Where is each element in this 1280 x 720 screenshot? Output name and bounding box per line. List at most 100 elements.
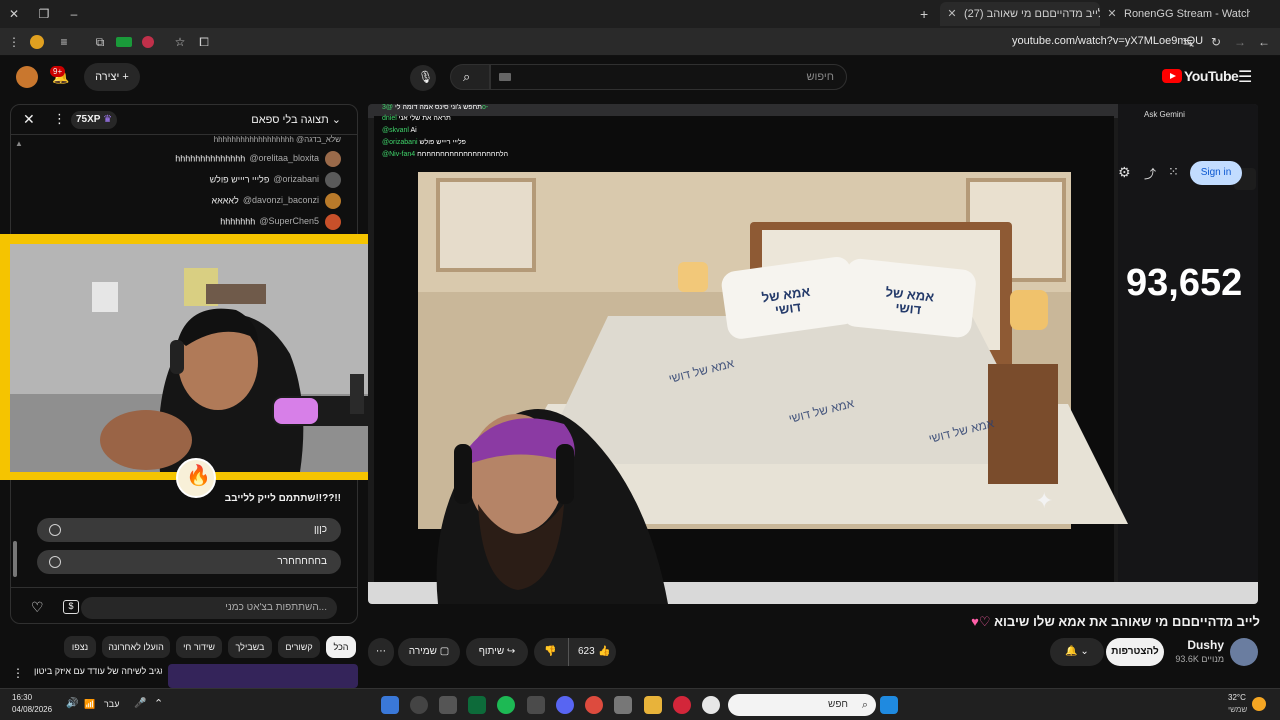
tab-search-icon[interactable]: ⧠: [196, 34, 212, 50]
filter-chip-all[interactable]: הכל: [326, 636, 356, 658]
stream-chat-author: @Niv-fan4: [382, 151, 416, 158]
close-window-icon[interactable]: ✕: [6, 6, 22, 22]
recommended-menu-icon[interactable]: ⋮: [12, 666, 24, 680]
taskbar-app-icon[interactable]: [702, 696, 720, 714]
taskbar-app-icon[interactable]: [468, 696, 486, 714]
likes-count[interactable]: 623: [578, 638, 595, 666]
search-button[interactable]: ⌕: [450, 64, 490, 90]
poll-option[interactable]: בחחחחחרר: [37, 550, 341, 574]
super-chat-icon[interactable]: $: [63, 600, 79, 614]
tray-overflow-icon[interactable]: ⌃: [154, 697, 163, 710]
guide-menu-icon[interactable]: ☰: [1238, 67, 1252, 87]
search-input[interactable]: חיפוש: [490, 64, 847, 90]
stream-chat-text: תחפש ג'וני סינס אמה דומה לי: [394, 104, 483, 111]
forward-icon[interactable]: →: [1232, 34, 1248, 50]
channel-name[interactable]: Dushy: [1187, 638, 1224, 652]
stream-chat-line: @orizabani פלייי ריייש פולש: [382, 139, 466, 146]
account-avatar[interactable]: [16, 66, 38, 88]
site-settings-icon[interactable]: ⇆: [1180, 34, 1196, 50]
notification-toggle[interactable]: 🔔 ⌄: [1050, 638, 1104, 666]
voice-search-button[interactable]: 🎙: [410, 65, 436, 91]
taskbar-app-icon[interactable]: [673, 696, 691, 714]
tab-active[interactable]: ✕ (27) לייב מדהייםםם מי שאוהב: [940, 2, 1100, 26]
reading-list-icon[interactable]: ≡: [56, 34, 72, 50]
weather-temp: 32°C: [1228, 693, 1246, 702]
youtube-logo[interactable]: YouTube: [1162, 68, 1239, 86]
like-button[interactable]: 👍: [598, 638, 610, 666]
recommended-thumbnail[interactable]: [168, 664, 358, 688]
extension-green-icon[interactable]: [116, 37, 132, 47]
share-icon[interactable]: ⤴: [1144, 165, 1156, 182]
chat-author: @orelitaa_bloxita: [249, 153, 319, 164]
share-button[interactable]: שיתוף ↪: [466, 638, 528, 666]
settings-gear-icon[interactable]: ⚙: [1118, 164, 1131, 181]
language-indicator[interactable]: עבר: [104, 699, 119, 709]
bookmark-star-icon[interactable]: ☆: [172, 34, 188, 50]
taskbar-app-icon[interactable]: [527, 696, 545, 714]
taskbar-app-icon[interactable]: [614, 696, 632, 714]
chat-scrollbar[interactable]: [13, 541, 17, 577]
taskbar-app-icon[interactable]: [381, 696, 399, 714]
create-button[interactable]: יצירה +: [84, 63, 140, 91]
extensions-icon[interactable]: ⧉: [92, 34, 108, 50]
filter-chip-live[interactable]: שידור חי: [176, 636, 222, 658]
spotify-icon[interactable]: [497, 696, 515, 714]
extension-red-icon[interactable]: [142, 36, 154, 48]
tab-ronengg[interactable]: ✕ RonenGG Stream - Watch Live o: [1100, 2, 1250, 26]
menu-dots-icon[interactable]: ⋮: [6, 34, 22, 50]
poll-option[interactable]: כןןן: [37, 518, 341, 542]
list-item: לאאאא @davonzi_baconzi: [211, 193, 341, 211]
taskbar-app-icon[interactable]: [410, 696, 428, 714]
close-tab-icon[interactable]: ✕: [946, 2, 958, 26]
url-text[interactable]: youtube.com/watch?v=yX7MLoe9mQU: [1012, 35, 1203, 47]
dislike-button[interactable]: 👎: [544, 638, 556, 666]
tab-label: (27) לייב מדהייםםם מי שאוהב: [964, 8, 1100, 20]
profile-avatar-icon[interactable]: [30, 35, 44, 49]
new-tab-button[interactable]: +: [920, 6, 928, 22]
close-chat-icon[interactable]: ✕: [23, 111, 35, 128]
viewer-counter: 93,652: [1126, 262, 1243, 304]
chat-message-input[interactable]: השתתפות בצ'אט כמני...: [81, 597, 337, 619]
bookmark-icon: ▢: [439, 646, 450, 657]
chat-message-text: hhhhhhhhhhhhhh: [175, 153, 246, 164]
discord-icon[interactable]: [556, 696, 574, 714]
recommended-title[interactable]: רונן מגיב לשיחה של עודד עם איזק ביטון: [34, 666, 162, 676]
taskbar-search-box[interactable]: חפש ⌕: [728, 694, 876, 716]
chat-mode-dropdown[interactable]: תצוגה בלי ספאם ⌄: [251, 113, 341, 126]
xp-badge-label: 75XP: [76, 114, 101, 125]
filter-chip-related[interactable]: קשורים: [278, 636, 320, 658]
file-explorer-icon[interactable]: [644, 696, 662, 714]
filter-chip-for-you[interactable]: בשבילך: [228, 636, 272, 658]
windows-start-icon[interactable]: [880, 696, 898, 714]
video-player[interactable]: תחפש ג'וני סינס אמה דומה לי @3o- dniel ת…: [368, 104, 1258, 604]
filter-chip-watched[interactable]: נצפו: [64, 636, 96, 658]
chrome-icon[interactable]: [585, 696, 603, 714]
avatar[interactable]: [1230, 638, 1258, 666]
minimize-window-icon[interactable]: –: [66, 6, 82, 22]
apps-grid-icon[interactable]: ⁙: [1168, 164, 1179, 180]
poll-option-label: בחחחחחרר: [277, 556, 327, 567]
volume-icon[interactable]: 🔊: [66, 698, 78, 709]
chat-author: @SuperChen5: [259, 216, 319, 227]
filter-chip-recent[interactable]: הועלו לאחרונה: [102, 636, 170, 658]
save-button[interactable]: שמירה ▢: [398, 638, 460, 666]
hearts-icon: ♥♡: [971, 614, 991, 629]
back-icon[interactable]: ←: [1256, 34, 1272, 50]
scroll-up-icon[interactable]: ▲: [15, 139, 23, 148]
chat-menu-icon[interactable]: ⋮: [53, 111, 66, 127]
taskbar-app-icon[interactable]: [439, 696, 457, 714]
heart-icon[interactable]: ♡: [31, 599, 44, 616]
subscribe-button[interactable]: להצטרפות: [1106, 638, 1164, 666]
tray-mic-icon[interactable]: 🎤: [134, 698, 146, 709]
xp-badge: 75XP ♛: [71, 111, 118, 129]
chat-input-placeholder: השתתפות בצ'אט כמני...: [225, 602, 327, 613]
more-actions-button[interactable]: ⋯: [368, 638, 394, 666]
sign-in-button[interactable]: Sign in: [1190, 161, 1242, 185]
reload-icon[interactable]: ↻: [1208, 34, 1224, 50]
wifi-icon[interactable]: 📶: [84, 699, 95, 710]
keyboard-icon[interactable]: [499, 73, 511, 81]
close-tab-icon[interactable]: ✕: [1106, 2, 1118, 26]
chevron-down-icon: ⌄: [331, 114, 341, 126]
stream-chat-text: Ai: [410, 127, 417, 134]
restore-window-icon[interactable]: ❐: [36, 6, 52, 22]
